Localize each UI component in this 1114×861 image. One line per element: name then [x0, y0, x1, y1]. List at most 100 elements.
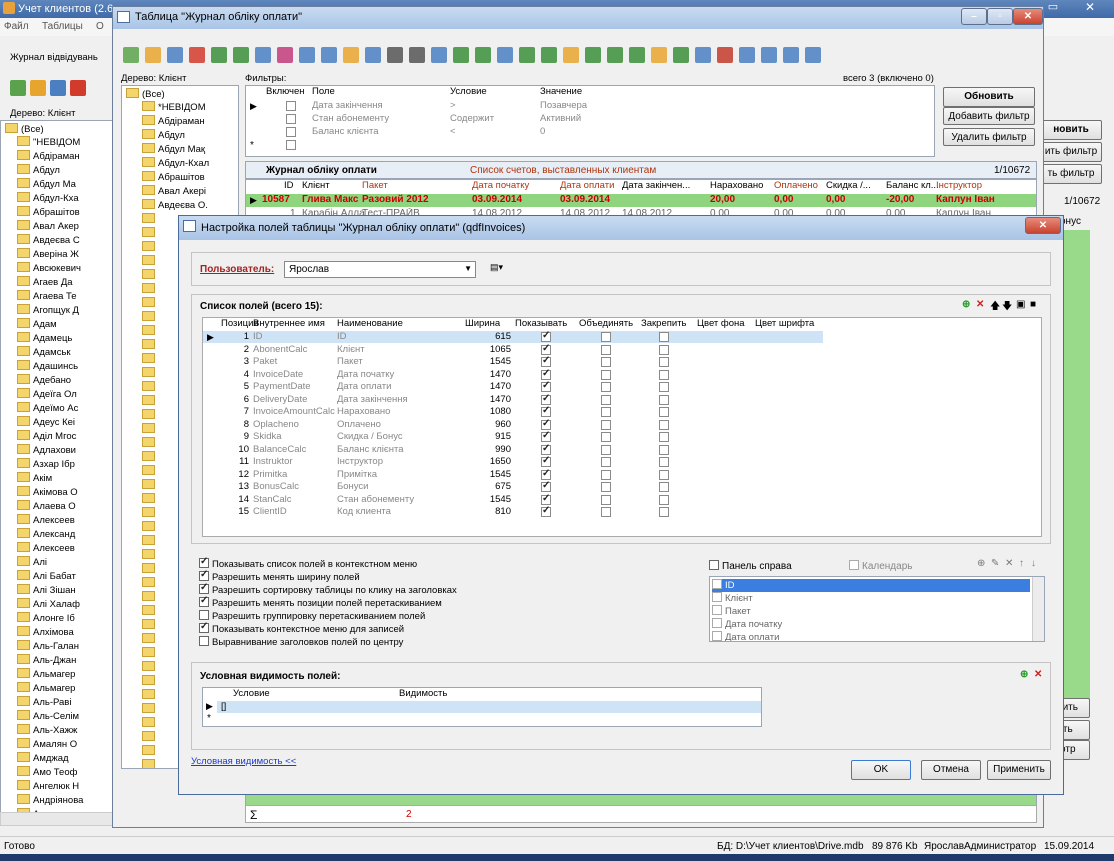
tree-item[interactable]: Аль-Селім: [17, 710, 79, 723]
panel-item-checkbox[interactable]: [712, 579, 722, 589]
toolbar-icon[interactable]: [673, 47, 689, 63]
field-row[interactable]: 11 Instruktor Інструктор 1650: [203, 455, 823, 468]
field-display-name[interactable]: Скидка / Бонус: [337, 431, 457, 443]
field-merge-checkbox[interactable]: [601, 419, 611, 430]
field-col-header[interactable]: Наименование: [337, 318, 403, 330]
field-width[interactable]: 1470: [465, 381, 511, 393]
toolbar-icon[interactable]: [431, 47, 447, 63]
tree-item[interactable]: [142, 689, 158, 702]
field-width[interactable]: 1470: [465, 394, 511, 406]
panel-item-checkbox[interactable]: [712, 605, 722, 615]
option-checkbox[interactable]: [199, 610, 209, 620]
delete-icon[interactable]: ✕: [976, 299, 984, 310]
field-merge-checkbox[interactable]: [601, 457, 611, 467]
user-select[interactable]: Ярослав ▼: [284, 261, 476, 278]
toolbar-icon[interactable]: [299, 47, 315, 63]
field-row[interactable]: 14 StanCalc Стан абонементу 1545: [203, 493, 823, 506]
tree-item[interactable]: *НЕВІДОМ: [142, 101, 206, 114]
tree-item[interactable]: [142, 325, 158, 338]
field-show-checkbox[interactable]: [541, 418, 551, 430]
grid-col-header[interactable]: Баланс кл...: [886, 180, 939, 192]
tree-item[interactable]: [142, 647, 158, 660]
tree-item[interactable]: Агаева Те: [17, 290, 77, 303]
remove-filter-button[interactable]: Удалить фильтр: [943, 128, 1035, 146]
field-display-name[interactable]: Інструктор: [337, 456, 457, 468]
panel-list-item[interactable]: ID: [712, 579, 1030, 592]
field-display-name[interactable]: Дата початку: [337, 369, 457, 381]
tree-item[interactable]: [142, 479, 158, 492]
field-merge-checkbox[interactable]: [601, 432, 611, 442]
tree-item[interactable]: [142, 507, 158, 520]
tree-item[interactable]: Абрашітов: [142, 171, 205, 184]
toolbar-icon[interactable]: [387, 47, 403, 63]
toolbar-icon[interactable]: [343, 47, 359, 63]
tree-root[interactable]: (Все): [5, 123, 44, 136]
menu-tables[interactable]: Таблицы: [42, 21, 83, 32]
tree-item[interactable]: [142, 367, 158, 380]
filter-field[interactable]: Дата закінчення: [312, 100, 442, 112]
tree-item[interactable]: Авсюкевич: [17, 262, 81, 275]
tree-item[interactable]: [142, 241, 158, 254]
field-col-header[interactable]: Ширина: [465, 318, 500, 330]
tree-item[interactable]: Альмагер: [17, 668, 75, 681]
field-col-header[interactable]: Показывать: [515, 318, 567, 330]
toolbar-icon[interactable]: [255, 47, 271, 63]
toolbar-icon[interactable]: [651, 47, 667, 63]
panel-list-item[interactable]: Дата початку: [712, 618, 1030, 631]
toolbar-icon[interactable]: [717, 47, 733, 63]
tree-item[interactable]: Абдіраман: [142, 115, 205, 128]
panel-item-checkbox[interactable]: [712, 592, 722, 602]
field-width[interactable]: 915: [465, 431, 511, 443]
field-width[interactable]: 960: [465, 419, 511, 431]
field-width[interactable]: 990: [465, 444, 511, 456]
save-icon[interactable]: ■: [1030, 299, 1036, 310]
toolbar-icon[interactable]: [519, 47, 535, 63]
panel-list-item[interactable]: Пакет: [712, 605, 1030, 618]
tree-item[interactable]: Абрашітов: [17, 206, 80, 219]
copy-icon[interactable]: [50, 80, 66, 96]
tree-item[interactable]: Амджад: [17, 752, 69, 765]
tree-item[interactable]: Адлахови: [17, 444, 76, 457]
field-show-checkbox[interactable]: [541, 380, 551, 392]
tree-item[interactable]: Адеїмо Ас: [17, 402, 78, 415]
grid-col-header[interactable]: Дата початку: [472, 180, 529, 192]
field-col-header[interactable]: Закрепить: [641, 318, 687, 330]
tree-item[interactable]: [142, 703, 158, 716]
tree-item[interactable]: [142, 395, 158, 408]
tree-item[interactable]: [142, 633, 158, 646]
field-width[interactable]: 1545: [465, 494, 511, 506]
toolbar-icon[interactable]: [497, 47, 513, 63]
grid-col-header[interactable]: Дата закінчен...: [622, 180, 690, 192]
cond-row[interactable]: [217, 701, 761, 713]
field-row[interactable]: 5 PaymentDate Дата оплати 1470: [203, 380, 823, 393]
toolbar-icon[interactable]: [277, 47, 293, 63]
panel-items-list[interactable]: ID Клієнт Пакет Дата початку Дата оплати: [709, 576, 1045, 642]
field-pin-checkbox[interactable]: [659, 482, 669, 492]
option-checkbox[interactable]: [199, 556, 209, 568]
filter-condition[interactable]: Содержит: [450, 113, 530, 125]
option-item[interactable]: Выравнивание заголовков полей по центру: [199, 636, 403, 648]
field-pin-checkbox[interactable]: [659, 407, 669, 417]
tree-item[interactable]: [142, 451, 158, 464]
field-show-checkbox[interactable]: [541, 443, 551, 455]
tree-item[interactable]: Аль-Галан: [17, 640, 79, 653]
field-row[interactable]: 6 DeliveryDate Дата закінчення 1470: [203, 393, 823, 406]
tree-item[interactable]: [142, 255, 158, 268]
field-row[interactable]: 8 Oplacheno Оплачено 960: [203, 418, 823, 431]
field-pin-checkbox[interactable]: [659, 382, 669, 392]
filter-value[interactable]: Активний: [540, 113, 660, 125]
cond-visibility-link[interactable]: Условная видимость <<: [191, 756, 296, 767]
toolbar-icon[interactable]: [607, 47, 623, 63]
selected-row[interactable]: ▶ 10587 Глива Макс Разовий 2012 03.09.2014 03…: [246, 194, 1036, 207]
field-width[interactable]: 1650: [465, 456, 511, 468]
tree-item[interactable]: [142, 731, 158, 744]
tree-item[interactable]: [142, 381, 158, 394]
toolbar-icon[interactable]: [805, 47, 821, 63]
toolbar-icon[interactable]: [695, 47, 711, 63]
field-width[interactable]: 1545: [465, 469, 511, 481]
field-col-header[interactable]: Объединять: [579, 318, 633, 330]
tree-item[interactable]: Алексеев: [17, 514, 75, 527]
tree-item[interactable]: Алі Халаф: [17, 598, 80, 611]
main-close-button[interactable]: ✕: [1070, 0, 1110, 16]
toolbar-icon[interactable]: [563, 47, 579, 63]
